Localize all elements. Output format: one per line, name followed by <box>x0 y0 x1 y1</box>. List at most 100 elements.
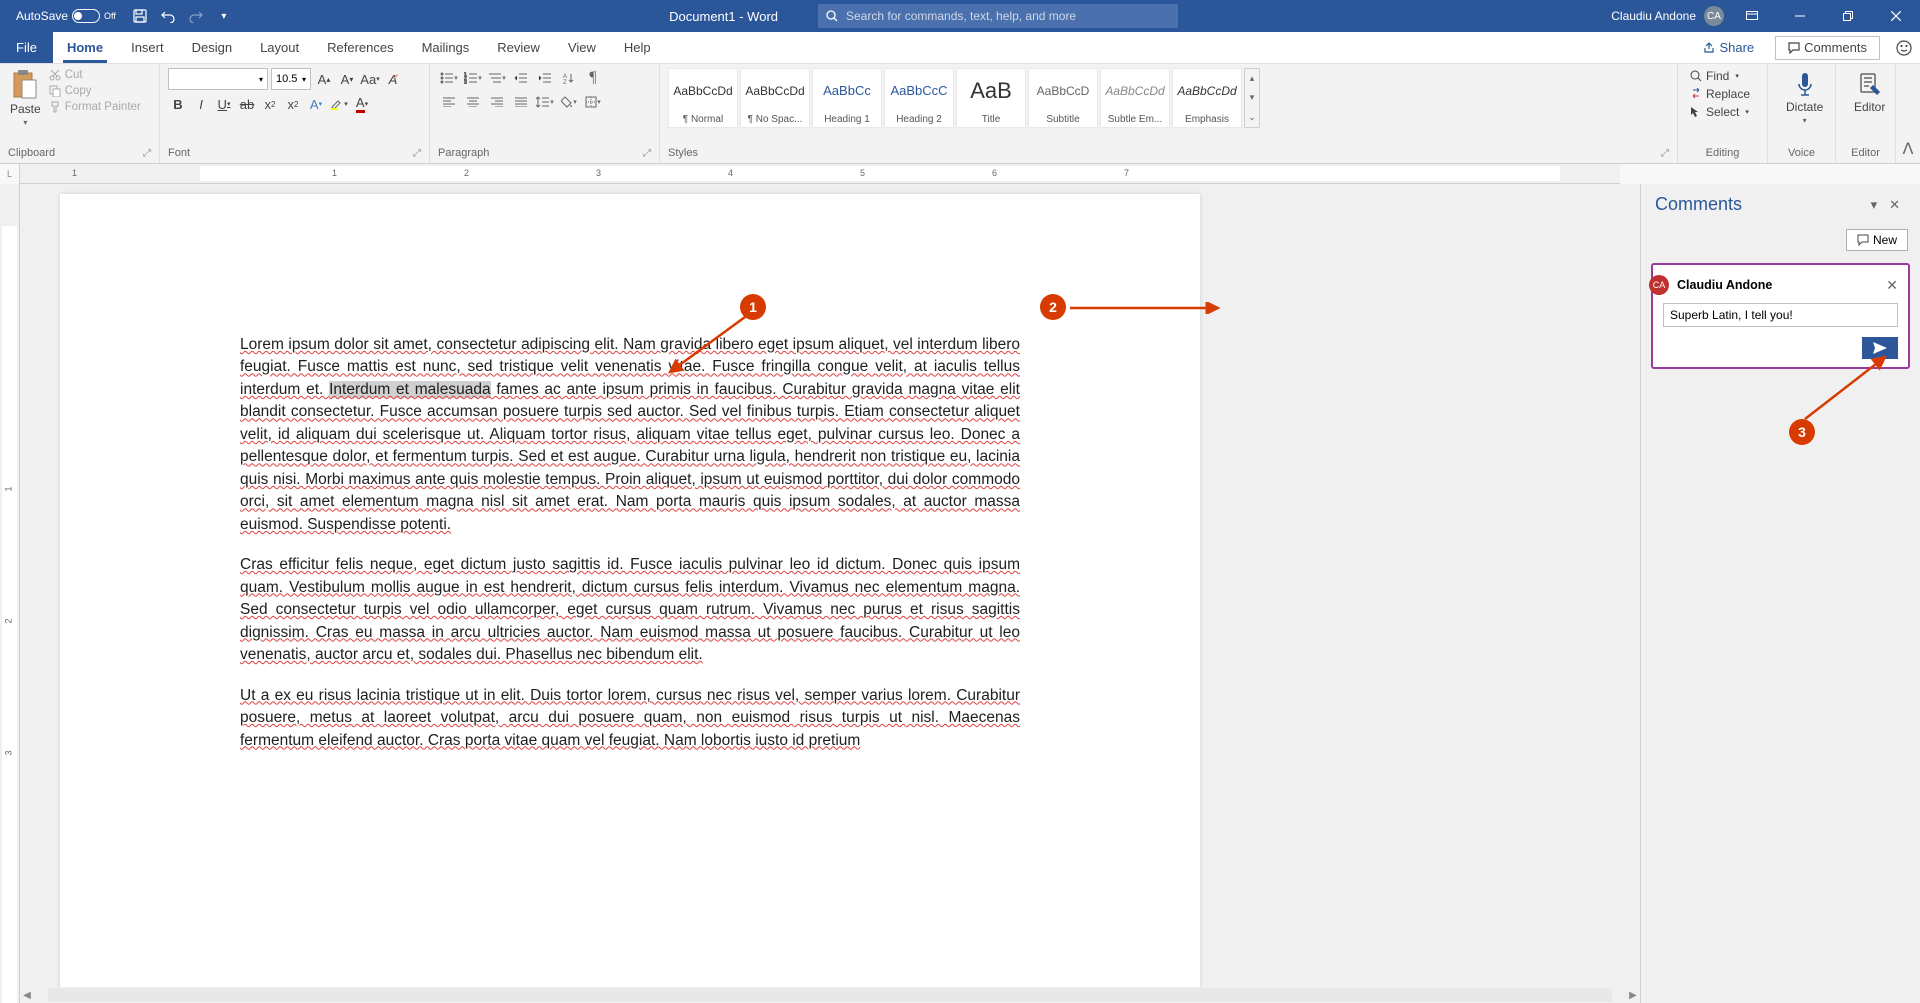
new-comment-button[interactable]: New <box>1846 229 1908 251</box>
file-tab[interactable]: File <box>0 32 53 63</box>
comments-button[interactable]: Comments <box>1775 36 1880 60</box>
paragraph-2[interactable]: Cras efficitur felis neque, eget dictum … <box>240 554 1020 666</box>
styles-expand-icon[interactable]: ⌄ <box>1245 108 1259 127</box>
style-heading1[interactable]: AaBbCcHeading 1 <box>812 68 882 128</box>
numbering-icon[interactable]: 123▾ <box>462 68 484 88</box>
comments-pane-dropdown-icon[interactable]: ▾ <box>1865 195 1884 215</box>
font-color-icon[interactable]: A▾ <box>352 94 372 114</box>
select-button[interactable]: Select▾ <box>1686 104 1754 120</box>
bold-button[interactable]: B <box>168 94 188 114</box>
collapse-ribbon-icon[interactable]: ᐱ <box>1896 64 1920 163</box>
highlight-icon[interactable]: ▾ <box>329 94 349 114</box>
superscript-button[interactable]: x2 <box>283 94 303 114</box>
strikethrough-button[interactable]: ab <box>237 94 257 114</box>
style-heading2[interactable]: AaBbCcCHeading 2 <box>884 68 954 128</box>
customize-qat-icon[interactable]: ▾ <box>212 4 236 28</box>
line-spacing-icon[interactable]: ▾ <box>534 92 556 112</box>
font-size-select[interactable]: 10.5▾ <box>271 68 311 90</box>
dictate-button[interactable]: Dictate ▾ <box>1776 68 1833 129</box>
tab-home[interactable]: Home <box>53 32 117 63</box>
style-title[interactable]: AaBTitle <box>956 68 1026 128</box>
find-icon <box>1690 70 1702 82</box>
feedback-icon[interactable] <box>1888 40 1920 56</box>
decrease-font-icon[interactable]: A▾ <box>337 69 357 89</box>
comments-pane-close-icon[interactable]: ✕ <box>1883 195 1906 215</box>
paragraph-launcher-icon[interactable]: ⤢ <box>643 148 651 159</box>
ruler-h-track[interactable]: 1 1 2 3 4 5 6 7 <box>20 164 1620 184</box>
ribbon-display-icon[interactable] <box>1732 0 1772 32</box>
close-icon[interactable] <box>1876 0 1916 32</box>
multilevel-icon[interactable]: ▾ <box>486 68 508 88</box>
comment-input[interactable] <box>1663 303 1898 327</box>
text-effects-icon[interactable]: A▾ <box>306 94 326 114</box>
change-case-icon[interactable]: Aa▾ <box>360 69 380 89</box>
autosave-toggle[interactable]: AutoSave Off <box>8 9 124 23</box>
align-left-icon[interactable] <box>438 92 460 112</box>
clipboard-launcher-icon[interactable]: ⤢ <box>143 148 151 159</box>
font-family-select[interactable]: ▾ <box>168 68 268 90</box>
scroll-right-icon[interactable]: ▶ <box>1626 988 1640 1002</box>
scrollbar-horizontal[interactable]: ◀ ▶ <box>20 987 1640 1003</box>
tab-view[interactable]: View <box>554 32 610 63</box>
redo-icon[interactable] <box>184 4 208 28</box>
align-right-icon[interactable] <box>486 92 508 112</box>
tab-design[interactable]: Design <box>178 32 246 63</box>
ruler-vertical[interactable]: 1 2 3 <box>0 184 20 1003</box>
sort-icon[interactable]: AZ <box>558 68 580 88</box>
tab-references[interactable]: References <box>313 32 407 63</box>
user-name[interactable]: Claudiu Andone <box>1611 9 1696 23</box>
tab-insert[interactable]: Insert <box>117 32 178 63</box>
justify-icon[interactable] <box>510 92 532 112</box>
scroll-left-icon[interactable]: ◀ <box>20 988 34 1002</box>
find-button[interactable]: Find▾ <box>1686 68 1754 84</box>
cut-button[interactable]: Cut <box>47 68 143 82</box>
show-marks-icon[interactable]: ¶ <box>582 68 604 88</box>
toggle-switch[interactable] <box>72 9 100 23</box>
tab-review[interactable]: Review <box>483 32 554 63</box>
editor-button[interactable]: Editor <box>1844 68 1895 118</box>
paragraph-3[interactable]: Ut a ex eu risus lacinia tristique ut in… <box>240 685 1020 752</box>
editor-label: Editor <box>1854 100 1885 114</box>
increase-font-icon[interactable]: A▴ <box>314 69 334 89</box>
scroll-h-track[interactable] <box>48 988 1612 1002</box>
underline-button[interactable]: U▾ <box>214 94 234 114</box>
styles-up-icon[interactable]: ▴ <box>1245 69 1259 88</box>
share-button[interactable]: Share <box>1690 36 1767 60</box>
paste-button[interactable]: Paste ▾ <box>8 68 43 129</box>
document-scroll[interactable]: Lorem ipsum dolor sit amet, consectetur … <box>20 184 1640 1003</box>
style-subtitle[interactable]: AaBbCcDSubtitle <box>1028 68 1098 128</box>
ruler-v-mark: 1 <box>4 486 14 491</box>
paragraph-1[interactable]: Lorem ipsum dolor sit amet, consectetur … <box>240 334 1020 536</box>
styles-down-icon[interactable]: ▾ <box>1245 88 1259 107</box>
search-box[interactable] <box>818 4 1178 28</box>
style-no-spacing[interactable]: AaBbCcDd¶ No Spac... <box>740 68 810 128</box>
font-launcher-icon[interactable]: ⤢ <box>413 148 421 159</box>
tab-layout[interactable]: Layout <box>246 32 313 63</box>
style-emphasis[interactable]: AaBbCcDdEmphasis <box>1172 68 1242 128</box>
bullets-icon[interactable]: ▾ <box>438 68 460 88</box>
copy-button[interactable]: Copy <box>47 84 143 98</box>
italic-button[interactable]: I <box>191 94 211 114</box>
replace-button[interactable]: Replace <box>1686 86 1754 102</box>
tab-mailings[interactable]: Mailings <box>408 32 484 63</box>
subscript-button[interactable]: x2 <box>260 94 280 114</box>
styles-launcher-icon[interactable]: ⤢ <box>1661 148 1669 159</box>
search-input[interactable] <box>846 9 1170 23</box>
style-subtle-emphasis[interactable]: AaBbCcDdSubtle Em... <box>1100 68 1170 128</box>
document-page[interactable]: Lorem ipsum dolor sit amet, consectetur … <box>60 194 1200 1003</box>
save-icon[interactable] <box>128 4 152 28</box>
minimize-icon[interactable] <box>1780 0 1820 32</box>
user-avatar[interactable]: CA <box>1704 6 1724 26</box>
format-painter-button[interactable]: Format Painter <box>47 100 143 114</box>
borders-icon[interactable]: ▾ <box>582 92 604 112</box>
tab-help[interactable]: Help <box>610 32 665 63</box>
decrease-indent-icon[interactable] <box>510 68 532 88</box>
comment-close-icon[interactable]: ✕ <box>1886 277 1898 294</box>
clear-formatting-icon[interactable]: A <box>383 69 403 89</box>
shading-icon[interactable]: ▾ <box>558 92 580 112</box>
undo-icon[interactable] <box>156 4 180 28</box>
style-normal[interactable]: AaBbCcDd¶ Normal <box>668 68 738 128</box>
increase-indent-icon[interactable] <box>534 68 556 88</box>
align-center-icon[interactable] <box>462 92 484 112</box>
maximize-icon[interactable] <box>1828 0 1868 32</box>
